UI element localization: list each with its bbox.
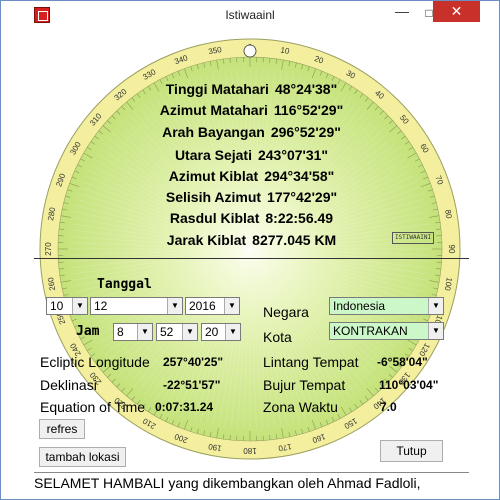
info-label: Azimut Kiblat: [168, 168, 259, 184]
horizon-line: [34, 258, 469, 259]
info-value: 116°52'29": [273, 102, 344, 118]
hour-value: 8: [117, 325, 124, 339]
chevron-down-icon[interactable]: ▼: [137, 324, 152, 340]
country-label: Negara: [263, 304, 309, 320]
info-value: 177°42'29": [267, 189, 338, 205]
info-label: Utara Sejati: [174, 147, 252, 163]
month-value: 12: [94, 299, 108, 313]
chevron-down-icon[interactable]: ▼: [167, 298, 182, 314]
info-value: 8:22:56.49: [265, 210, 334, 226]
city-select[interactable]: KONTRAKAN ▼: [329, 322, 444, 340]
info-rasdul-kiblat: Rasdul Kiblat 8:22:56.49: [34, 210, 469, 226]
info-jarak-kiblat: Jarak Kiblat 8277.045 KM: [34, 232, 469, 248]
info-label: Azimut Matahari: [159, 102, 268, 118]
close-window-button[interactable]: ✕: [433, 1, 480, 22]
info-label: Jarak Kiblat: [166, 232, 247, 248]
status-divider: [34, 472, 469, 473]
day-value: 10: [50, 299, 64, 313]
close-button[interactable]: Tutup: [380, 440, 443, 462]
chevron-down-icon[interactable]: ▼: [224, 298, 239, 314]
chevron-down-icon[interactable]: ▼: [428, 298, 443, 314]
info-azimut-kiblat: Azimut Kiblat 294°34'58": [34, 168, 469, 184]
latitude-value: -6°58'04": [377, 355, 428, 369]
chevron-down-icon[interactable]: ▼: [225, 324, 240, 340]
info-label: Rasdul Kiblat: [169, 210, 260, 226]
zone-value: 7.0: [380, 400, 397, 414]
city-label: Kota: [263, 329, 292, 345]
info-label: Arah Bayangan: [162, 124, 265, 140]
declination-label: Deklinasi: [40, 377, 97, 393]
chevron-down-icon[interactable]: ▼: [182, 324, 197, 340]
chevron-down-icon[interactable]: ▼: [428, 323, 443, 339]
info-value: 8277.045 KM: [252, 232, 337, 248]
app-window: Istiwaainl — □ ✕ 01020304050607080901001…: [0, 0, 500, 500]
latitude-label: Lintang Tempat: [263, 354, 359, 370]
equation-of-time-label: Equation of Time: [40, 399, 146, 415]
info-value: 243°07'31": [257, 147, 329, 163]
info-tinggi-matahari: Tinggi Matahari 48°24'38": [34, 81, 469, 97]
add-location-button[interactable]: tambah lokasi: [39, 447, 126, 467]
country-select[interactable]: Indonesia ▼: [329, 297, 444, 315]
info-value: 48°24'38": [274, 81, 338, 97]
degree-label: 180: [243, 446, 257, 455]
main-panel: 0102030405060708090100110120130140150160…: [34, 31, 469, 471]
refresh-button[interactable]: refres: [39, 419, 85, 439]
info-value: 296°52'29": [270, 124, 341, 140]
info-value: 294°34'58": [264, 168, 335, 184]
zone-label: Zona Waktu: [263, 399, 338, 415]
year-value: 2016: [189, 299, 216, 313]
info-label: Tinggi Matahari: [165, 81, 269, 97]
time-label: Jam: [76, 324, 100, 339]
info-azimut-matahari: Azimut Matahari 116°52'29": [34, 102, 469, 118]
second-select[interactable]: 20 ▼: [201, 323, 241, 341]
hour-select[interactable]: 8 ▼: [113, 323, 153, 341]
city-value: KONTRAKAN: [333, 324, 408, 338]
longitude-label: Bujur Tempat: [263, 377, 346, 393]
minimize-button[interactable]: —: [389, 3, 415, 23]
info-utara-sejati: Utara Sejati 243°07'31": [34, 147, 469, 163]
longitude-value: 110°03'04": [379, 378, 439, 392]
title-bar: Istiwaainl — □ ✕: [1, 1, 499, 31]
second-value: 20: [205, 325, 219, 339]
info-label: Selisih Azimut: [165, 189, 262, 205]
ecliptic-label: Ecliptic Longitude: [40, 354, 150, 370]
info-selisih-azimut: Selisih Azimut 177°42'29": [34, 189, 469, 205]
info-arah-bayangan: Arah Bayangan 296°52'29": [34, 124, 469, 140]
ecliptic-value: 257°40'25": [163, 355, 224, 369]
status-text: SELAMET HAMBALI yang dikembangkan oleh A…: [34, 475, 421, 491]
day-select[interactable]: 10 ▼: [46, 297, 88, 315]
country-value: Indonesia: [333, 299, 386, 313]
date-label: Tanggal: [97, 277, 152, 292]
declination-value: -22°51'57": [163, 378, 221, 392]
month-select[interactable]: 12 ▼: [90, 297, 183, 315]
minute-value: 52: [160, 325, 174, 339]
minute-select[interactable]: 52 ▼: [156, 323, 198, 341]
year-select[interactable]: 2016 ▼: [185, 297, 240, 315]
chevron-down-icon[interactable]: ▼: [72, 298, 87, 314]
equation-of-time-value: 0:07:31.24: [155, 400, 214, 414]
